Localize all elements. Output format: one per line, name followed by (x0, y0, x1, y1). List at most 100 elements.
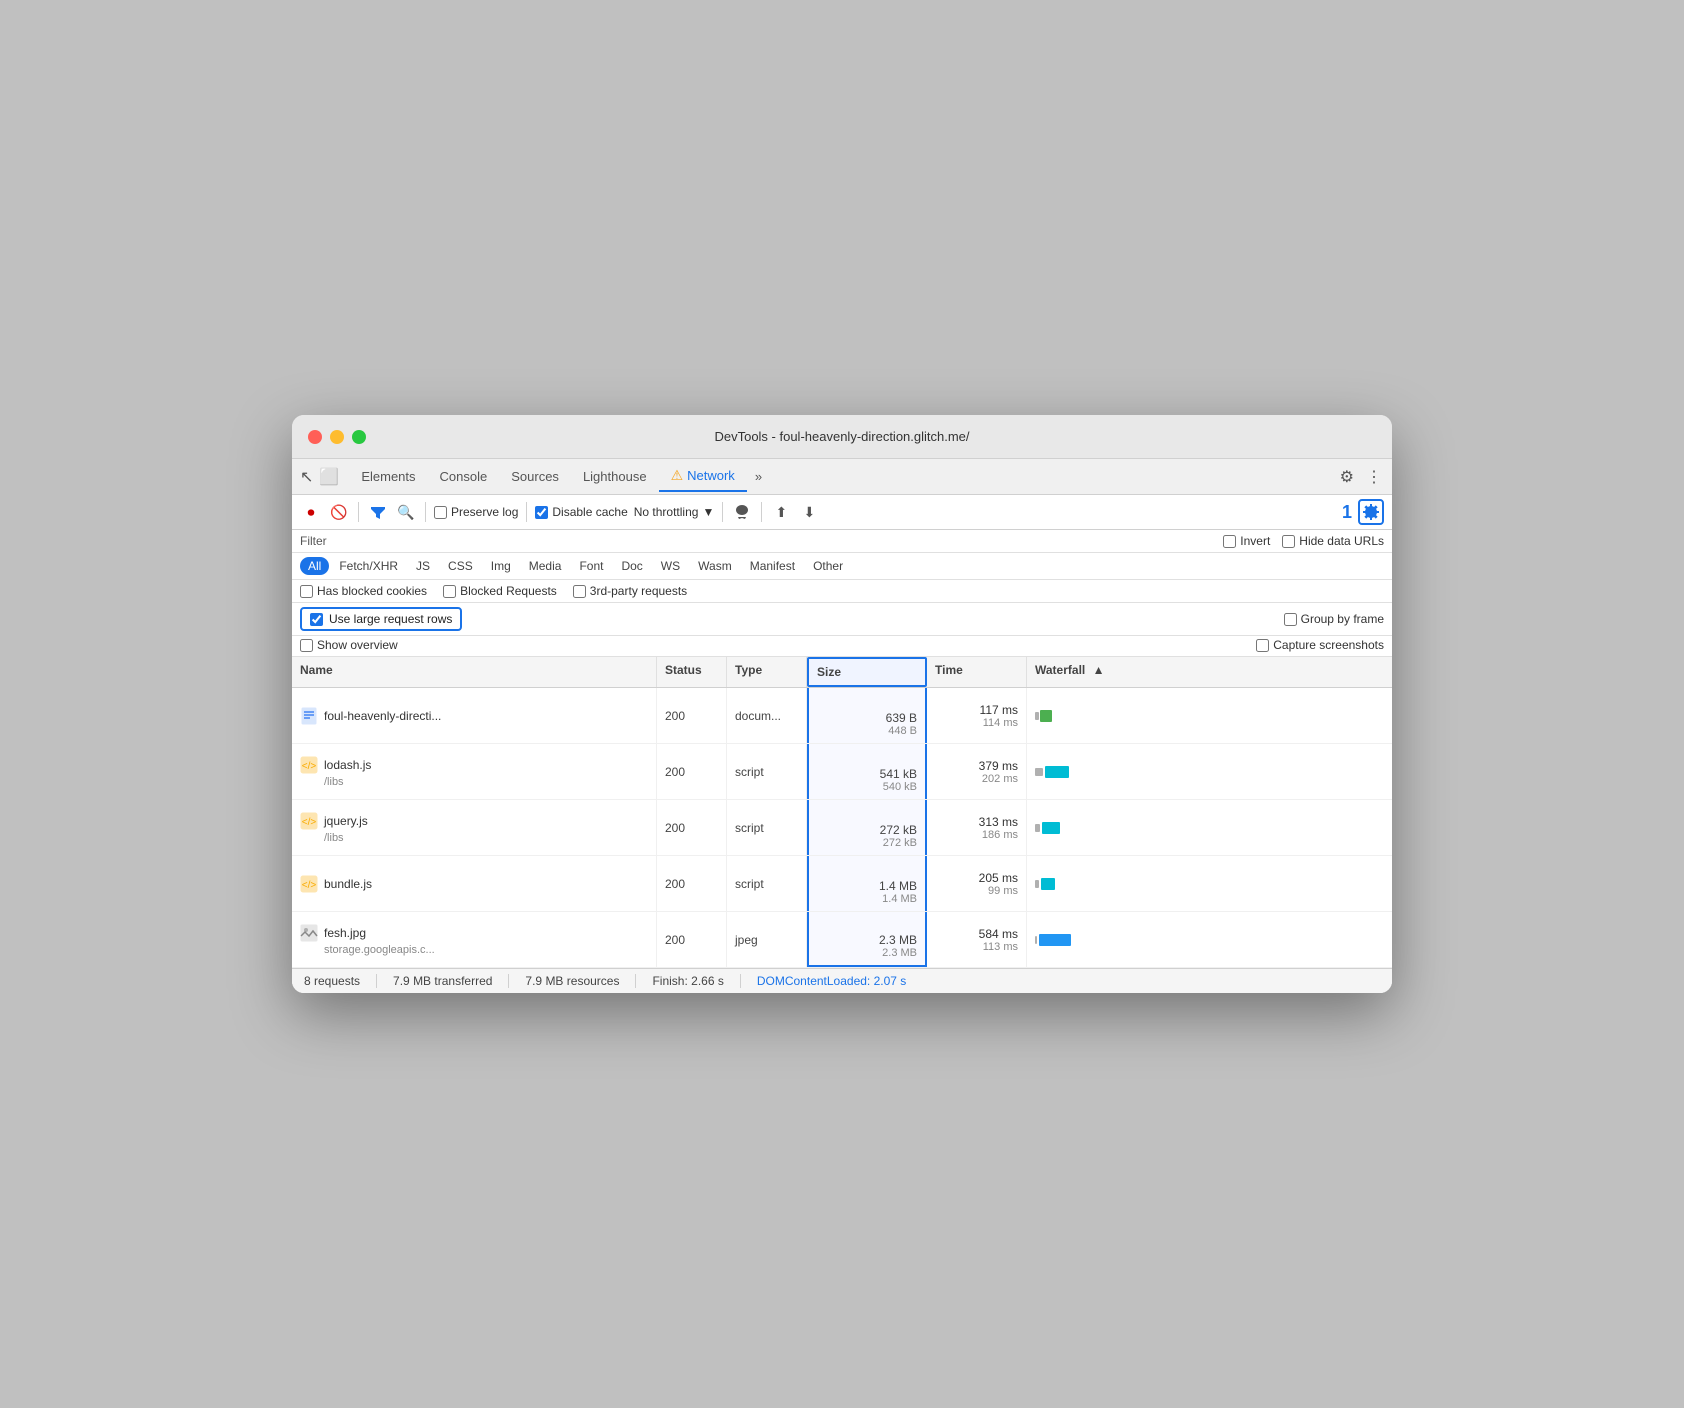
blocked-requests-checkbox[interactable] (443, 585, 456, 598)
filter-all-button[interactable]: All (300, 557, 329, 575)
tab-console[interactable]: Console (428, 463, 500, 490)
import-icon[interactable]: ⬆ (770, 501, 792, 523)
close-button[interactable] (308, 430, 322, 444)
col-header-status[interactable]: Status (657, 657, 727, 687)
filter-css-button[interactable]: CSS (440, 557, 481, 575)
script-icon-lodash: </> (300, 756, 318, 774)
filter-doc-button[interactable]: Doc (613, 557, 650, 575)
status-cell-1: 200 (657, 688, 727, 743)
filter-fetch-xhr-button[interactable]: Fetch/XHR (331, 557, 406, 575)
divider-3 (526, 502, 527, 522)
device-icon[interactable]: ⬜ (319, 467, 339, 487)
col-header-time[interactable]: Time (927, 657, 1027, 687)
tab-elements[interactable]: Elements (349, 463, 427, 490)
clear-button[interactable]: 🚫 (328, 501, 350, 523)
network-conditions-icon[interactable] (731, 501, 753, 523)
group-by-frame-checkbox[interactable] (1284, 613, 1297, 626)
tabs-actions: ⚙ ⋮ (1338, 465, 1384, 489)
third-party-checkbox[interactable] (573, 585, 586, 598)
waterfall-waiting-bar-4 (1035, 880, 1039, 888)
filter-manifest-button[interactable]: Manifest (742, 557, 803, 575)
filter-font-button[interactable]: Font (571, 557, 611, 575)
tab-more[interactable]: » (747, 465, 770, 488)
tab-lighthouse[interactable]: Lighthouse (571, 463, 659, 490)
table-row[interactable]: foul-heavenly-directi... 200 docum... 63… (292, 688, 1392, 744)
col-header-waterfall[interactable]: Waterfall ▲ (1027, 657, 1392, 687)
col-header-size[interactable]: Size (807, 657, 927, 687)
tab-sources[interactable]: Sources (499, 463, 571, 490)
blocked-cookies-checkbox[interactable] (300, 585, 313, 598)
col-header-type[interactable]: Type (727, 657, 807, 687)
name-cell-5: fesh.jpg storage.googleapis.c... (292, 912, 657, 967)
maximize-button[interactable] (352, 430, 366, 444)
titlebar: DevTools - foul-heavenly-direction.glitc… (292, 415, 1392, 459)
minimize-button[interactable] (330, 430, 344, 444)
throttle-selector[interactable]: No throttling ▼ (634, 505, 715, 519)
filter-js-button[interactable]: JS (408, 557, 438, 575)
blocked-cookies-label[interactable]: Has blocked cookies (300, 584, 427, 598)
filter-ws-button[interactable]: WS (653, 557, 688, 575)
hide-data-urls-checkbox[interactable] (1282, 535, 1295, 548)
preserve-log-checkbox[interactable] (434, 506, 447, 519)
waterfall-cell-4 (1027, 856, 1392, 911)
finish-time: Finish: 2.66 s (652, 974, 740, 988)
divider-5 (761, 502, 762, 522)
blocked-requests-label[interactable]: Blocked Requests (443, 584, 557, 598)
table-row[interactable]: </> lodash.js /libs 200 script 541 kB 54… (292, 744, 1392, 800)
highlighted-settings-button[interactable] (1358, 499, 1384, 525)
table-row[interactable]: </> jquery.js /libs 200 script 272 kB 27… (292, 800, 1392, 856)
invert-checkbox-label[interactable]: Invert (1223, 534, 1270, 548)
group-by-frame-label[interactable]: Group by frame (1284, 612, 1384, 626)
options-bar: Use large request rows Group by frame (292, 603, 1392, 636)
extra-filters-bar: Has blocked cookies Blocked Requests 3rd… (292, 580, 1392, 603)
svg-text:</>: </> (302, 880, 317, 891)
divider-2 (425, 502, 426, 522)
filter-img-button[interactable]: Img (483, 557, 519, 575)
capture-screenshots-label[interactable]: Capture screenshots (1256, 638, 1384, 652)
capture-screenshots-checkbox[interactable] (1256, 639, 1269, 652)
third-party-label[interactable]: 3rd-party requests (573, 584, 687, 598)
disable-cache-checkbox[interactable] (535, 506, 548, 519)
use-large-rows-checkbox[interactable] (310, 613, 323, 626)
dom-content-loaded[interactable]: DOMContentLoaded: 2.07 s (757, 974, 922, 988)
search-icon[interactable]: 🔍 (395, 501, 417, 523)
export-icon[interactable]: ⬇ (798, 501, 820, 523)
options-right: Group by frame (1284, 612, 1384, 626)
invert-checkbox[interactable] (1223, 535, 1236, 548)
options-right-2: Capture screenshots (1256, 638, 1384, 652)
script-icon-bundle: </> (300, 875, 318, 893)
transferred-size: 7.9 MB transferred (393, 974, 509, 988)
filter-other-button[interactable]: Other (805, 557, 851, 575)
waterfall-receive-bar-1 (1040, 710, 1052, 722)
svg-text:</>: </> (302, 817, 317, 828)
cursor-icon[interactable]: ↖ (300, 467, 313, 487)
record-button[interactable]: ⏺ (300, 501, 322, 523)
show-overview-checkbox[interactable] (300, 639, 313, 652)
waterfall-cell-2 (1027, 744, 1392, 799)
time-cell-5: 584 ms 113 ms (927, 912, 1027, 967)
filter-icon[interactable] (367, 501, 389, 523)
use-large-rows-label[interactable]: Use large request rows (300, 607, 462, 631)
waterfall-receive-bar-4 (1041, 878, 1055, 890)
status-cell-2: 200 (657, 744, 727, 799)
filter-wasm-button[interactable]: Wasm (690, 557, 740, 575)
size-cell-5: 2.3 MB 2.3 MB (807, 912, 927, 967)
settings-icon[interactable]: ⚙ (1338, 465, 1356, 489)
name-cell-1: foul-heavenly-directi... (292, 688, 657, 743)
resources-size: 7.9 MB resources (525, 974, 636, 988)
warning-icon: ⚠ (671, 467, 684, 484)
type-cell-3: script (727, 800, 807, 855)
tab-network[interactable]: ⚠ Network (659, 461, 747, 492)
waterfall-receive-bar-2 (1045, 766, 1069, 778)
filter-media-button[interactable]: Media (521, 557, 570, 575)
svg-text:</>: </> (302, 761, 317, 772)
toolbar: ⏺ 🚫 🔍 Preserve log Disable cache No thro… (292, 495, 1392, 530)
preserve-log-checkbox-label[interactable]: Preserve log (434, 505, 518, 519)
hide-data-urls-checkbox-label[interactable]: Hide data URLs (1282, 534, 1384, 548)
disable-cache-checkbox-label[interactable]: Disable cache (535, 505, 627, 519)
show-overview-label[interactable]: Show overview (300, 638, 398, 652)
col-header-name[interactable]: Name (292, 657, 657, 687)
table-row[interactable]: fesh.jpg storage.googleapis.c... 200 jpe… (292, 912, 1392, 968)
table-row[interactable]: </> bundle.js 200 script 1.4 MB 1.4 MB 2… (292, 856, 1392, 912)
more-options-icon[interactable]: ⋮ (1364, 465, 1384, 489)
